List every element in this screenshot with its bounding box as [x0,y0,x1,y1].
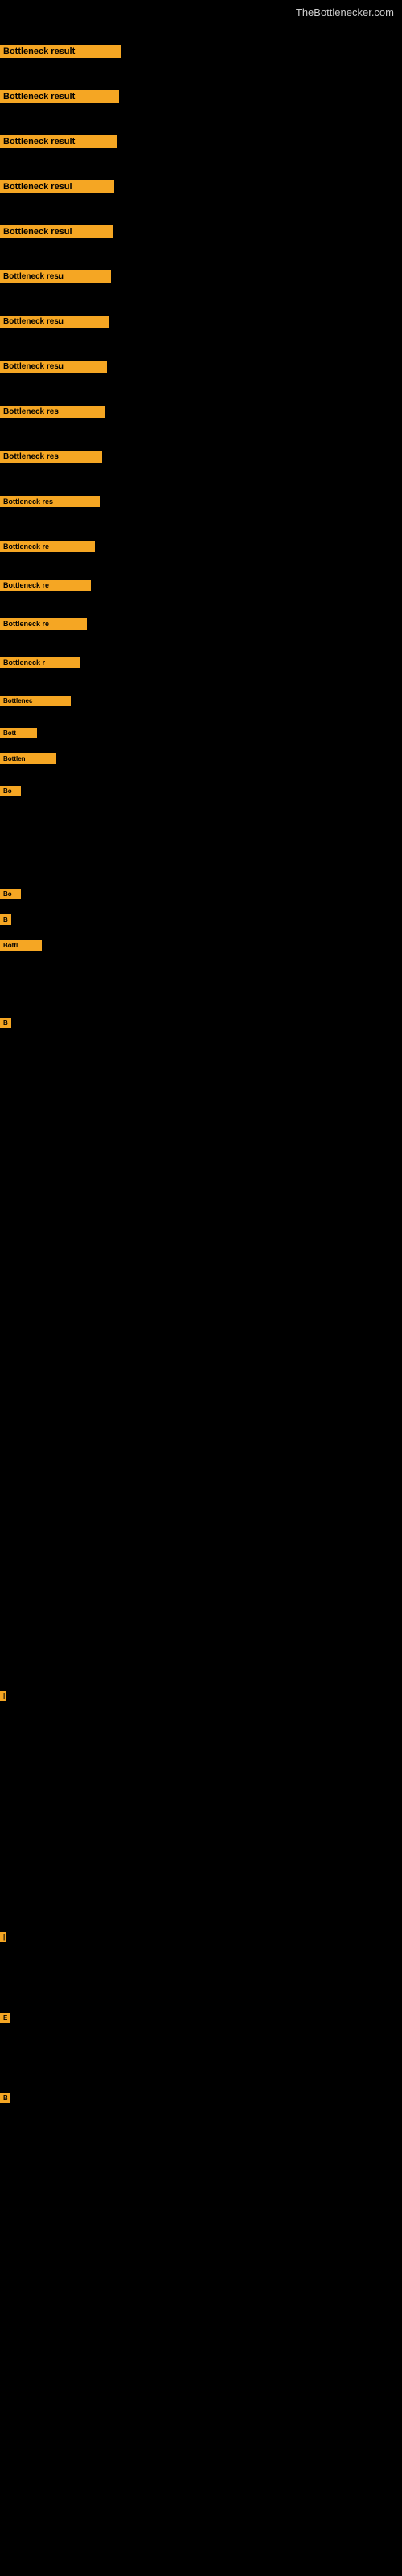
bottleneck-result-label: E [0,2013,10,2023]
bottleneck-result-label: Bottl [0,940,42,951]
bottleneck-result-label: Bo [0,786,21,796]
bottleneck-result-label: Bottleneck res [0,496,100,507]
bottleneck-result-label: Bottleneck re [0,580,91,591]
bottleneck-result-label: Bottleneck resu [0,270,111,283]
bottleneck-result-label: Bottleneck result [0,135,117,148]
bottleneck-result-label: Bottleneck r [0,657,80,668]
bottleneck-result-label: | [0,1932,6,1942]
bottleneck-result-label: Bottleneck resu [0,361,107,373]
bottleneck-result-label: Bott [0,728,37,738]
bottleneck-result-label: Bottleneck re [0,618,87,630]
site-title: TheBottlenecker.com [296,6,394,19]
bottleneck-result-label: Bottleneck res [0,451,102,463]
bottleneck-result-label: Bottleneck resul [0,225,113,238]
bottleneck-result-label: Bottleneck resu [0,316,109,328]
bottleneck-result-label: Bottlen [0,753,56,764]
bottleneck-result-label: B [0,1018,11,1028]
bottleneck-result-label: | [0,1690,6,1701]
bottleneck-result-label: Bottleneck re [0,541,95,552]
bottleneck-result-label: Bottlenec [0,696,71,706]
bottleneck-result-label: Bottleneck result [0,90,119,103]
bottleneck-result-label: B [0,914,11,925]
bottleneck-result-label: Bottleneck res [0,406,105,418]
bottleneck-result-label: B [0,2093,10,2103]
bottleneck-result-label: Bottleneck resul [0,180,114,193]
bottleneck-result-label: Bo [0,889,21,899]
bottleneck-result-label: Bottleneck result [0,45,121,58]
